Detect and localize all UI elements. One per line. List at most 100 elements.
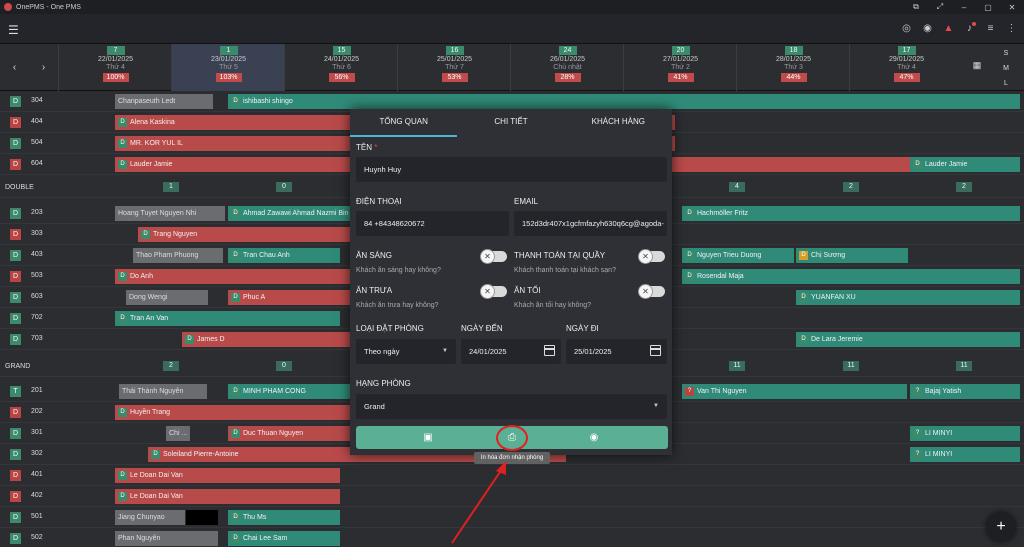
booking-bar[interactable]: Dishibashi shingo [228,94,1020,109]
booking-bar[interactable]: Hoang Tuyet Nguyen Nhi [115,206,225,221]
day-column[interactable]: 15 24/01/2025 Thứ 6 56% [284,44,398,91]
maximize-button[interactable]: ▢ [976,3,1000,12]
booking-bar[interactable]: D YUANFAN XU [796,290,1020,305]
booking-bar[interactable]: Thái Thành Nguyên [119,384,207,399]
warning-icon[interactable]: ▲ [942,22,955,35]
calendar-icon[interactable] [650,345,661,356]
booking-bar[interactable]: D Huyền Trang [115,405,353,420]
booking-bar[interactable]: Dong Wengi [126,290,208,305]
calendar-icon[interactable] [544,345,555,356]
booking-guest: De Lara Jeremie [811,336,863,343]
modal-tabs: TỔNG QUAN CHI TIẾT KHÁCH HÀNG [350,109,672,137]
booking-bar[interactable]: D Duc Thuan Nguyen [228,426,353,441]
booking-bar[interactable]: D Le Doan Dai Van [115,489,340,504]
booking-bar[interactable]: ? Bajaj Yatish [910,384,1020,399]
booking-type-label: LOẠI ĐẶT PHÒNG [356,324,424,333]
add-fab-button[interactable]: + [986,512,1016,542]
dinner-label: ĂN TỐI [514,286,541,295]
booking-bar[interactable]: Phan Nguyên [115,531,218,546]
toolbar-icons: ◎ ◉ ▲ ♪ ≡ ⋮ [900,22,1018,35]
booking-bar[interactable]: D Chai Lee Sam [228,531,340,546]
more-vert-icon[interactable]: ⋮ [1005,22,1018,35]
booking-bar[interactable]: D Tran Chau Anh [228,248,340,263]
booking-bar[interactable]: D Phuc A [228,290,353,305]
booking-bar[interactable]: D Hachmöller Fritz [682,206,1020,221]
expand-icon[interactable]: ⤢ [928,2,952,12]
payment-toggle[interactable]: ✕ [638,249,665,264]
target-icon[interactable]: ◎ [900,22,913,35]
dinner-toggle[interactable]: ✕ [638,284,665,299]
booking-bar[interactable]: D Trang Nguyen [138,227,353,242]
booking-bar[interactable]: D James D [182,332,353,347]
calendar-icon[interactable]: ▦ [968,60,986,74]
booking-guest: Thu Ms [243,514,267,521]
name-input[interactable]: Huynh Huy [356,157,667,182]
room-number: 502 [31,534,43,541]
booking-bar[interactable]: ? LI MINYI [910,447,1020,462]
booking-type-select[interactable]: Theo ngày ▼ [356,339,456,364]
day-column[interactable]: 18 28/01/2025 Thứ 3 44% [736,44,850,91]
booking-bar[interactable]: D Le Doan Dai Van [115,468,340,483]
day-column-today[interactable]: 1 23/01/2025 Thứ 5 103% [171,44,285,91]
size-option-s[interactable]: S [994,46,1018,61]
lunch-toggle[interactable]: ✕ [480,284,507,299]
booking-guest: Chai Lee Sam [243,535,288,542]
booking-bar[interactable]: D Thu Ms [228,510,340,525]
day-date: 28/01/2025 [775,56,812,63]
close-button[interactable]: ✕ [1000,3,1024,12]
room-class-select[interactable]: Grand ▼ [356,394,667,419]
list-icon[interactable]: ≡ [984,22,997,35]
booking-bar[interactable]: D Rosendal Maja [682,269,1020,284]
chevron-right-icon[interactable]: › [42,62,45,73]
day-column[interactable]: 16 25/01/2025 Thứ 7 53% [397,44,511,91]
day-column[interactable]: 7 22/01/2025 Thứ 4 100% [58,44,172,91]
minimize-button[interactable]: – [952,3,976,12]
save-icon[interactable]: ▣ [420,430,436,446]
payment-icon[interactable]: ◉ [586,430,602,446]
room-status-badge: T [10,386,21,397]
breakfast-toggle[interactable]: ✕ [480,249,507,264]
booking-bar-redacted[interactable] [186,510,218,525]
booking-bar[interactable]: D Nguyen Trieu Duong [682,248,794,263]
occupancy-badge: 41% [667,73,694,82]
tab-overview[interactable]: TỔNG QUAN [350,109,458,137]
booking-bar[interactable]: Chanpaseuth Ledt [115,94,213,109]
booking-bar[interactable]: D Lauder Jamie [910,157,1020,172]
booking-bar[interactable]: D Tran An Van [115,311,340,326]
room-status-badge: D [10,159,21,170]
notification-bell-icon[interactable]: ♪ [963,22,976,35]
size-option-m[interactable]: M [994,61,1018,76]
booking-bar[interactable]: D De Lara Jeremie [796,332,1020,347]
date-header: ‹ › 7 22/01/2025 Thứ 4 100% 1 23/01/2025… [0,44,1024,91]
availability-count: 11 [729,361,745,371]
day-column[interactable]: 24 26/01/2025 Chủ nhật 28% [510,44,624,91]
room-status-badge: D [10,491,21,502]
window-titlebar: OnePMS - One PMS ⧉ ⤢ – ▢ ✕ [0,0,1024,14]
arrival-date-input[interactable]: 24/01/2025 [461,339,561,364]
booking-guest: YUANFAN XU [811,294,856,301]
departure-date-input[interactable]: 25/01/2025 [566,339,667,364]
booking-bar[interactable]: Chi ... [166,426,190,441]
booking-tag: D [231,96,240,106]
day-column[interactable]: 20 27/01/2025 Thứ 2 41% [623,44,737,91]
booking-bar[interactable]: ? Van Thi Nguyen [682,384,907,399]
booking-bar[interactable]: Thao Pham Phuong [133,248,223,263]
eye-icon[interactable]: ◉ [921,22,934,35]
booking-bar[interactable]: ? LI MINYI [910,426,1020,441]
hamburger-menu-icon[interactable]: ☰ [8,23,19,37]
size-option-l[interactable]: L [994,76,1018,91]
booking-bar[interactable]: D Chị Sương [796,248,908,263]
booking-bar[interactable]: D Ahmad Zawawi Ahmad Nazmi Bin [228,206,353,221]
occupancy-badge: 28% [554,73,581,82]
day-column[interactable]: 17 29/01/2025 Thứ 4 47% [849,44,963,91]
room-number: 202 [31,408,43,415]
email-input[interactable]: 152d3dr407x1gcfmfazyh630q6cg@agoda- [514,211,667,236]
tab-details[interactable]: CHI TIẾT [457,109,564,137]
tab-customer[interactable]: KHÁCH HÀNG [565,109,672,137]
booking-bar[interactable]: Jiang Chunyao [115,510,185,525]
extension-icon[interactable]: ⧉ [904,2,928,12]
phone-input[interactable]: 84 +84348620672 [356,211,509,236]
booking-bar[interactable]: D Do Anh [115,269,353,284]
chevron-left-icon[interactable]: ‹ [13,62,16,73]
booking-bar[interactable]: D MINH PHAM CONG [228,384,353,399]
